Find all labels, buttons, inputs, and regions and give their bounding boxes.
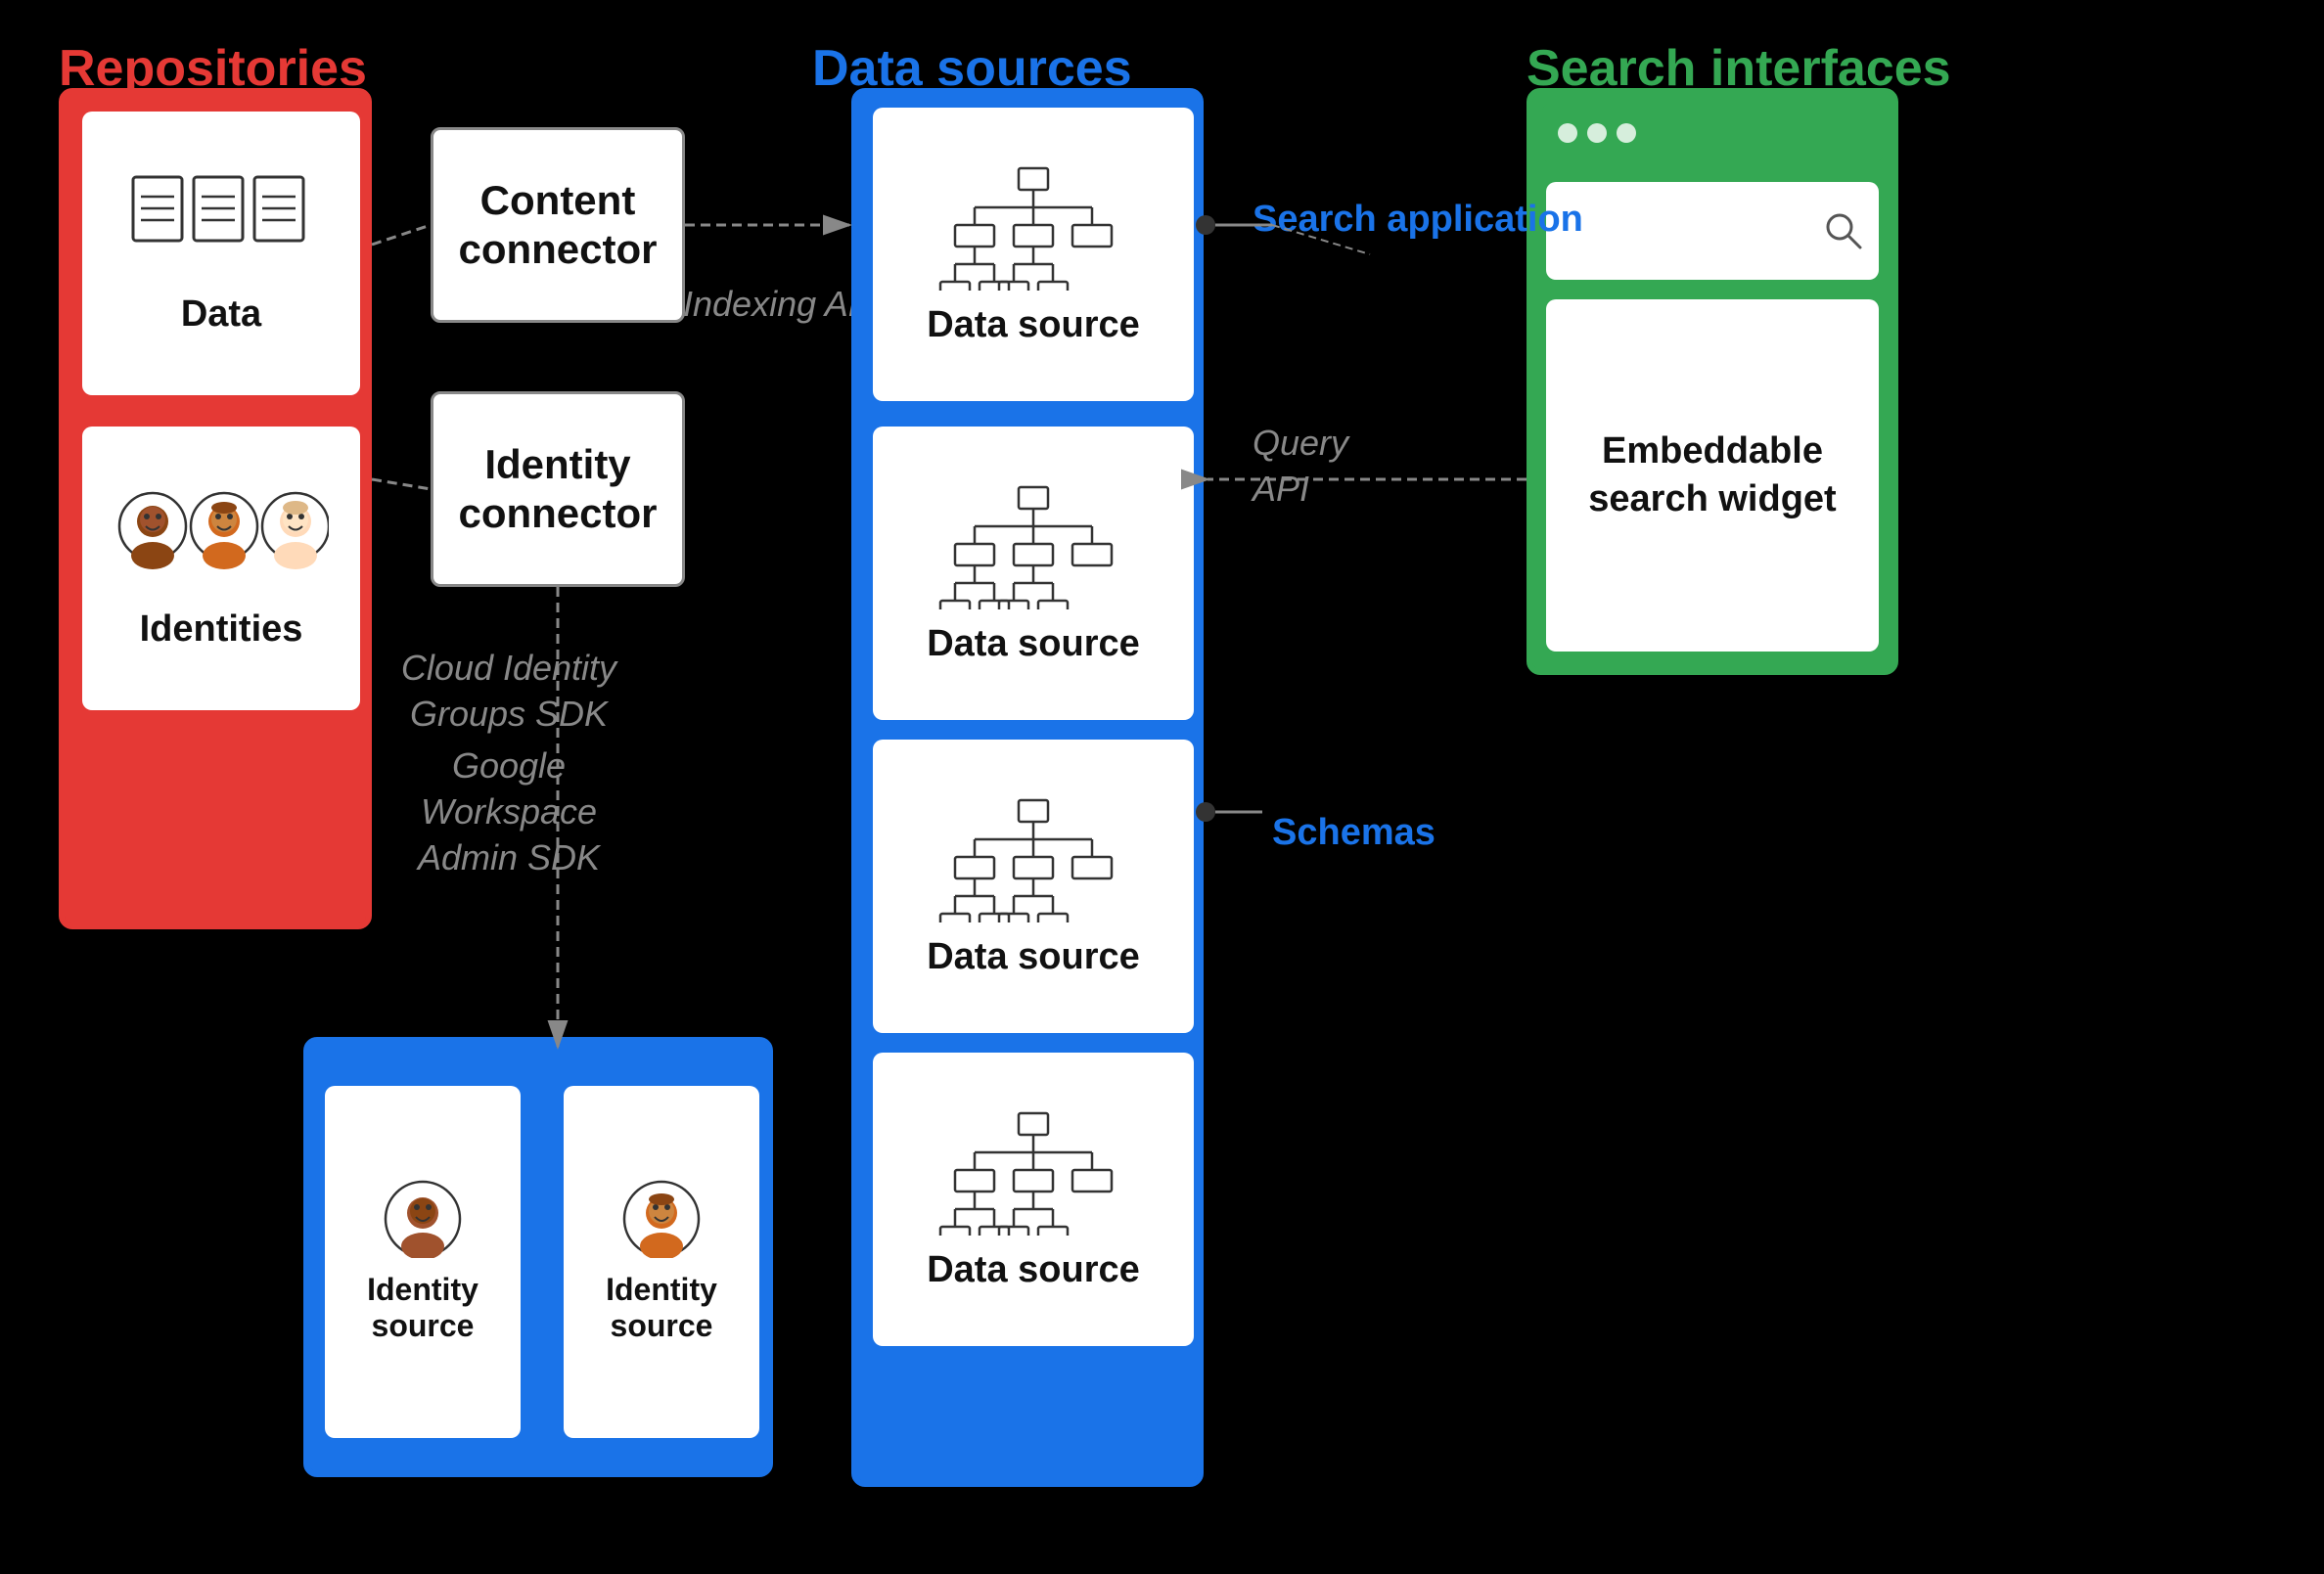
- search-bar-card[interactable]: [1546, 182, 1879, 280]
- identity-connector-label: Identity connector: [433, 440, 682, 539]
- repositories-box: Data: [59, 88, 372, 929]
- search-interfaces-box: Embeddable search widget: [1527, 88, 1898, 675]
- embeddable-widget-card: Embeddable search widget: [1546, 299, 1879, 652]
- browser-header: [1542, 104, 1883, 162]
- data-source-label-4: Data source: [927, 1249, 1140, 1291]
- data-sources-box: Data source: [851, 88, 1204, 1487]
- identity-sources-box: Identity source Identity source: [303, 1037, 773, 1477]
- query-api-label: QueryAPI: [1253, 421, 1348, 513]
- identity-connector-box: Identity connector: [431, 391, 685, 587]
- data-source-card-1: Data source: [873, 108, 1194, 401]
- data-source-card-4: Data source: [873, 1053, 1194, 1346]
- data-label: Data: [181, 293, 261, 336]
- embeddable-label: Embeddable search widget: [1546, 427, 1879, 524]
- identity-source-label-2: Identity source: [564, 1272, 759, 1344]
- identities-card: Identities: [82, 427, 360, 710]
- identity-source-label-1: Identity source: [325, 1272, 521, 1344]
- data-card: Data: [82, 112, 360, 395]
- identities-label: Identities: [140, 608, 303, 651]
- google-workspace-label: Google WorkspaceAdmin SDK: [372, 743, 646, 880]
- data-icons: [82, 172, 360, 280]
- data-source-card-2: Data source: [873, 427, 1194, 720]
- diagram: Repositories Data sources Search interfa…: [0, 0, 2324, 1574]
- schemas-label: Schemas: [1272, 812, 1435, 854]
- data-source-label-3: Data source: [927, 936, 1140, 978]
- identity-source-card-1: Identity source: [325, 1086, 521, 1438]
- identity-source-card-2: Identity source: [564, 1086, 759, 1438]
- content-connector-box: Content connector: [431, 127, 685, 323]
- data-source-card-3: Data source: [873, 740, 1194, 1033]
- cloud-identity-label: Cloud IdentityGroups SDK: [382, 646, 636, 738]
- data-source-label-1: Data source: [927, 304, 1140, 346]
- content-connector-label: Content connector: [433, 176, 682, 275]
- data-source-label-2: Data source: [927, 623, 1140, 665]
- browser-dot-2: [1587, 123, 1607, 143]
- browser-dot-1: [1558, 123, 1577, 143]
- browser-dot-3: [1617, 123, 1636, 143]
- identity-icons: [82, 487, 360, 595]
- search-application-label: Search application: [1253, 196, 1583, 244]
